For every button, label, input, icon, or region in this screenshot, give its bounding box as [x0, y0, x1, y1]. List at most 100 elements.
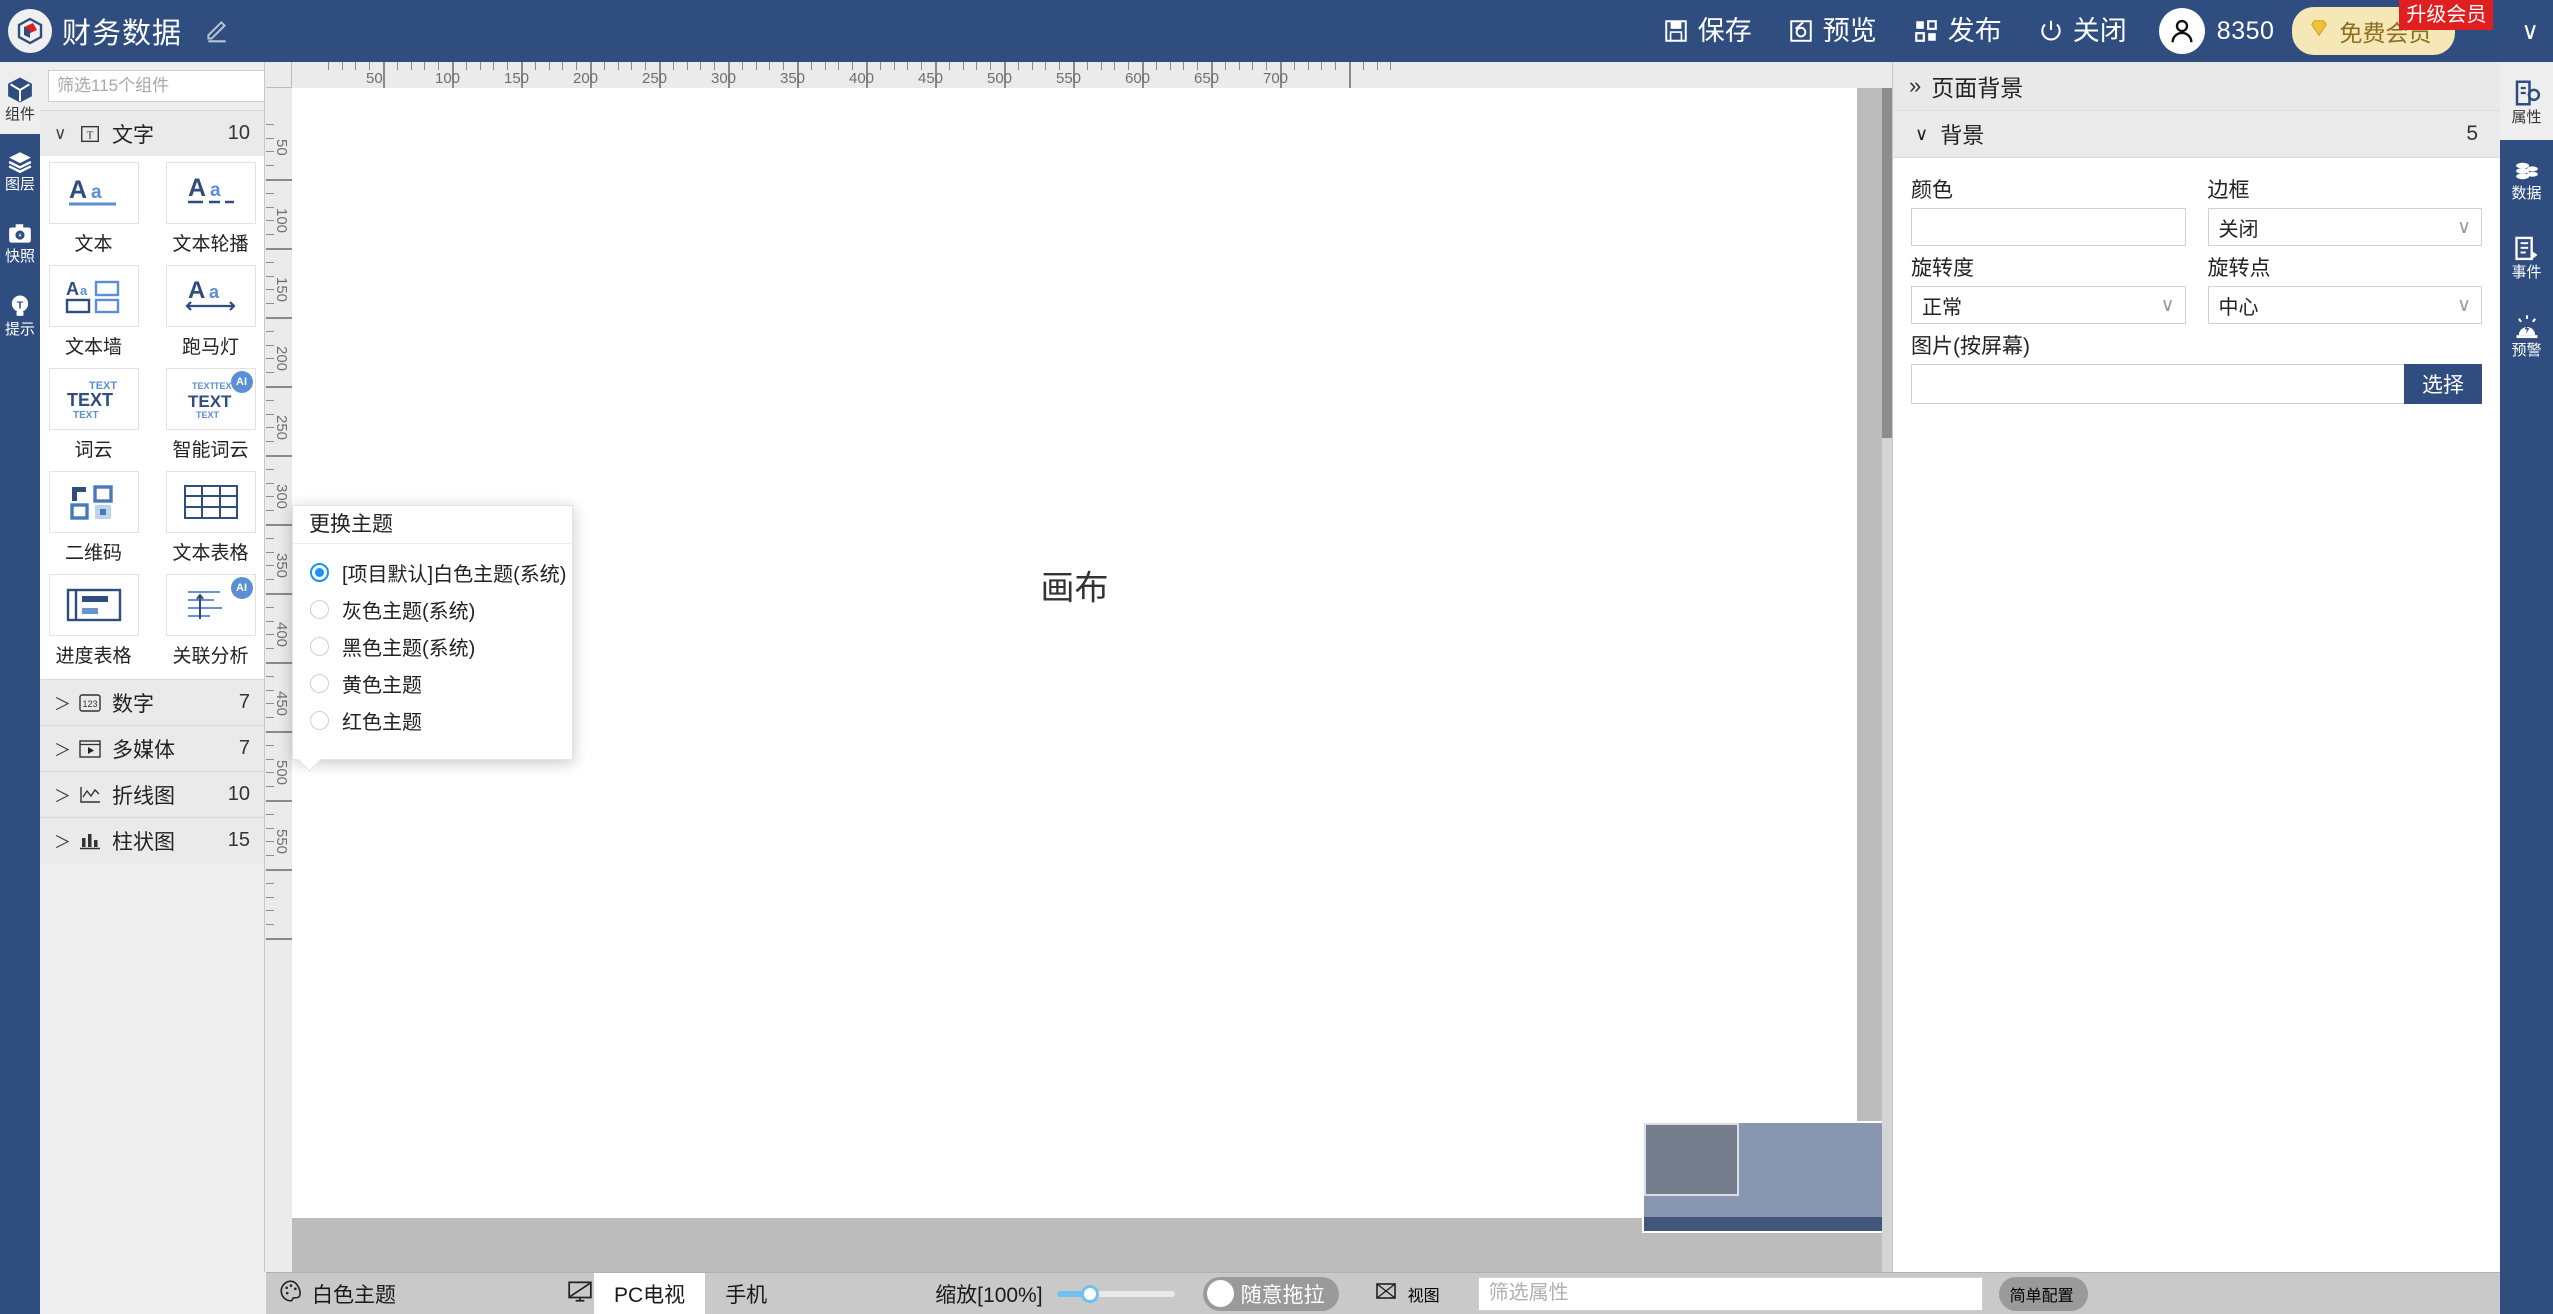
radio-icon[interactable] — [310, 637, 329, 656]
pencil-icon[interactable] — [204, 18, 230, 44]
sidebar-item-snapshot[interactable]: 快照 — [0, 206, 40, 278]
category-header-bar-chart[interactable]: ＞ 柱状图 15 — [40, 817, 264, 863]
sidebar-item-components[interactable]: 组件 — [0, 62, 40, 134]
power-close-icon — [2038, 18, 2064, 44]
page-title: 财务数据 — [62, 18, 183, 50]
save-button[interactable]: 保存 — [1645, 0, 1770, 62]
radio-icon[interactable] — [310, 674, 329, 693]
panel-tab-data[interactable]: 数据 — [2500, 140, 2553, 218]
property-filter-input[interactable] — [1477, 1276, 1983, 1311]
image-path-input[interactable] — [1911, 364, 2404, 404]
panel-tab-alerts[interactable]: 预警 — [2500, 296, 2553, 374]
simple-config-toggle[interactable]: 简单配置 — [1998, 1276, 2088, 1311]
ruler-tick — [266, 179, 292, 181]
field-rotation-point: 旋转点 中心 ∨ — [2207, 246, 2482, 324]
category-header-line-chart[interactable]: ＞ 折线图 10 — [40, 771, 264, 817]
section-header-background[interactable]: ∨ 背景 5 — [1893, 110, 2500, 158]
ruler-tick — [769, 62, 771, 70]
preview-button[interactable]: 预览 — [1770, 0, 1895, 62]
category-header-media[interactable]: ＞ 多媒体 7 — [40, 725, 264, 771]
theme-option[interactable]: [项目默认]白色主题(系统) — [293, 554, 572, 591]
rotation-point-select[interactable]: 中心 ∨ — [2207, 286, 2482, 324]
chevron-down-icon[interactable]: ∨ — [2521, 17, 2539, 46]
ruler-tick — [1031, 62, 1033, 70]
svg-text:TEXT: TEXT — [192, 381, 216, 391]
theme-option[interactable]: 灰色主题(系统) — [293, 591, 572, 628]
sidebar-item-tips[interactable]: T 提示 — [0, 278, 40, 350]
avatar[interactable] — [2158, 8, 2205, 54]
canvas-vertical-scrollbar[interactable] — [1882, 88, 1892, 1284]
zoom-slider-knob[interactable] — [1080, 1284, 1099, 1303]
image-select-button[interactable]: 选择 — [2404, 364, 2482, 404]
ruler-tick — [266, 123, 274, 125]
ruler-tick — [266, 455, 292, 457]
horizontal-ruler[interactable]: 50 100 150 200 250 300 350 400 450 500 550 600 650 70… — [292, 62, 1892, 88]
tile-progress-table-icon — [48, 574, 139, 636]
component-tile[interactable]: AI 关联分析 — [163, 574, 259, 675]
theme-option[interactable]: 黑色主题(系统) — [293, 628, 572, 665]
category-header-number[interactable]: ＞ 123 数字 7 — [40, 679, 264, 725]
chevron-down-icon: ∨ — [2457, 216, 2471, 238]
save-icon — [1663, 18, 1689, 44]
svg-text:TEXT: TEXT — [196, 410, 220, 420]
close-button[interactable]: 关闭 — [2020, 0, 2145, 62]
radio-icon[interactable] — [310, 711, 329, 730]
monitor-icon[interactable] — [566, 1278, 594, 1309]
radio-selected-icon[interactable] — [310, 563, 329, 582]
component-tile[interactable]: A a 文本轮播 — [163, 162, 259, 263]
zoom-slider[interactable] — [1056, 1284, 1175, 1303]
ai-badge-icon: AI — [230, 577, 253, 599]
device-tab-mobile[interactable]: 手机 — [705, 1273, 787, 1314]
ruler-tick — [266, 317, 292, 319]
radio-icon[interactable] — [310, 600, 329, 619]
component-tile[interactable]: TEXT TEXT TEXT 词云 — [46, 368, 142, 469]
camera-icon — [5, 221, 35, 247]
theme-option[interactable]: 红色主题 — [293, 702, 572, 739]
component-tile[interactable]: 二维码 — [46, 471, 142, 572]
bottom-left-filler — [0, 1272, 266, 1314]
vertical-ruler[interactable]: 50 100 150 200 250 300 350 400 450 500 550 — [266, 88, 292, 1314]
component-tile[interactable]: TEXT TEXT TEXT TEXT AI 智能词云 — [163, 368, 259, 469]
double-chevron-right-icon[interactable]: » — [1909, 73, 1921, 99]
zoom-control: 缩放[100%] — [935, 1279, 1175, 1309]
ruler-tick — [852, 62, 854, 70]
minimap-viewport[interactable] — [1644, 1123, 1739, 1196]
upgrade-badge[interactable]: 升级会员 — [2399, 0, 2494, 30]
category-name-text: 文字 — [112, 123, 154, 147]
panel-tab-properties[interactable]: 属性 — [2500, 62, 2553, 140]
component-tile[interactable]: A a 文本 — [46, 162, 142, 263]
search-input[interactable] — [48, 70, 264, 102]
rotation-select[interactable]: 正常 ∨ — [1911, 286, 2186, 324]
component-tile-grid: A a 文本 A a 文本轮播 A a 文本墙 A a 跑马灯 TEXT TEX… — [40, 156, 264, 679]
free-drag-toggle[interactable]: 随意拖拉 — [1202, 1276, 1339, 1311]
component-tile[interactable]: A a 跑马灯 — [163, 265, 259, 366]
category-header-text[interactable]: ∨ T 文字 10 — [40, 110, 264, 156]
view-button[interactable]: 视图 — [1373, 1279, 1440, 1308]
membership-badge[interactable]: 免费会员 升级会员 — [2292, 0, 2494, 55]
component-tile[interactable]: A a 文本墙 — [46, 265, 142, 366]
ruler-tick — [1252, 62, 1254, 70]
ruler-label: 200 — [573, 70, 599, 87]
panel-tab-label-alerts: 预警 — [2511, 341, 2542, 359]
device-tab-pc[interactable]: PC电视 — [594, 1272, 706, 1314]
svg-text:T: T — [17, 299, 24, 311]
publish-button[interactable]: 发布 — [1895, 0, 2020, 62]
property-fields: 颜色 边框 关闭 ∨ 旋转度 正常 ∨ 旋转点 中心 ∨ 图片(按屏幕) 选择 — [1893, 158, 2500, 404]
scrollbar-thumb[interactable] — [1882, 88, 1892, 438]
theme-options-list: [项目默认]白色主题(系统) 灰色主题(系统) 黑色主题(系统) 黄色主题 红色… — [293, 544, 572, 739]
coin-count: 8350 — [2216, 16, 2275, 45]
color-input[interactable] — [1911, 208, 2186, 246]
tile-label: 智能词云 — [172, 440, 249, 461]
component-tile[interactable]: 进度表格 — [46, 574, 142, 675]
ruler-tick — [617, 62, 619, 70]
canvas-minimap[interactable] — [1642, 1121, 1892, 1233]
border-select[interactable]: 关闭 ∨ — [2207, 208, 2482, 246]
theme-option[interactable]: 黄色主题 — [293, 665, 572, 702]
component-tile[interactable]: 文本表格 — [163, 471, 259, 572]
theme-switcher-button[interactable]: 白色主题 — [266, 1278, 396, 1310]
ruler-tick — [1155, 62, 1157, 70]
chevron-down-icon: ∨ — [2160, 294, 2175, 316]
svg-text:T: T — [87, 129, 94, 141]
sidebar-item-layers[interactable]: 图层 — [0, 134, 40, 206]
panel-tab-events[interactable]: 事件 — [2500, 218, 2553, 296]
